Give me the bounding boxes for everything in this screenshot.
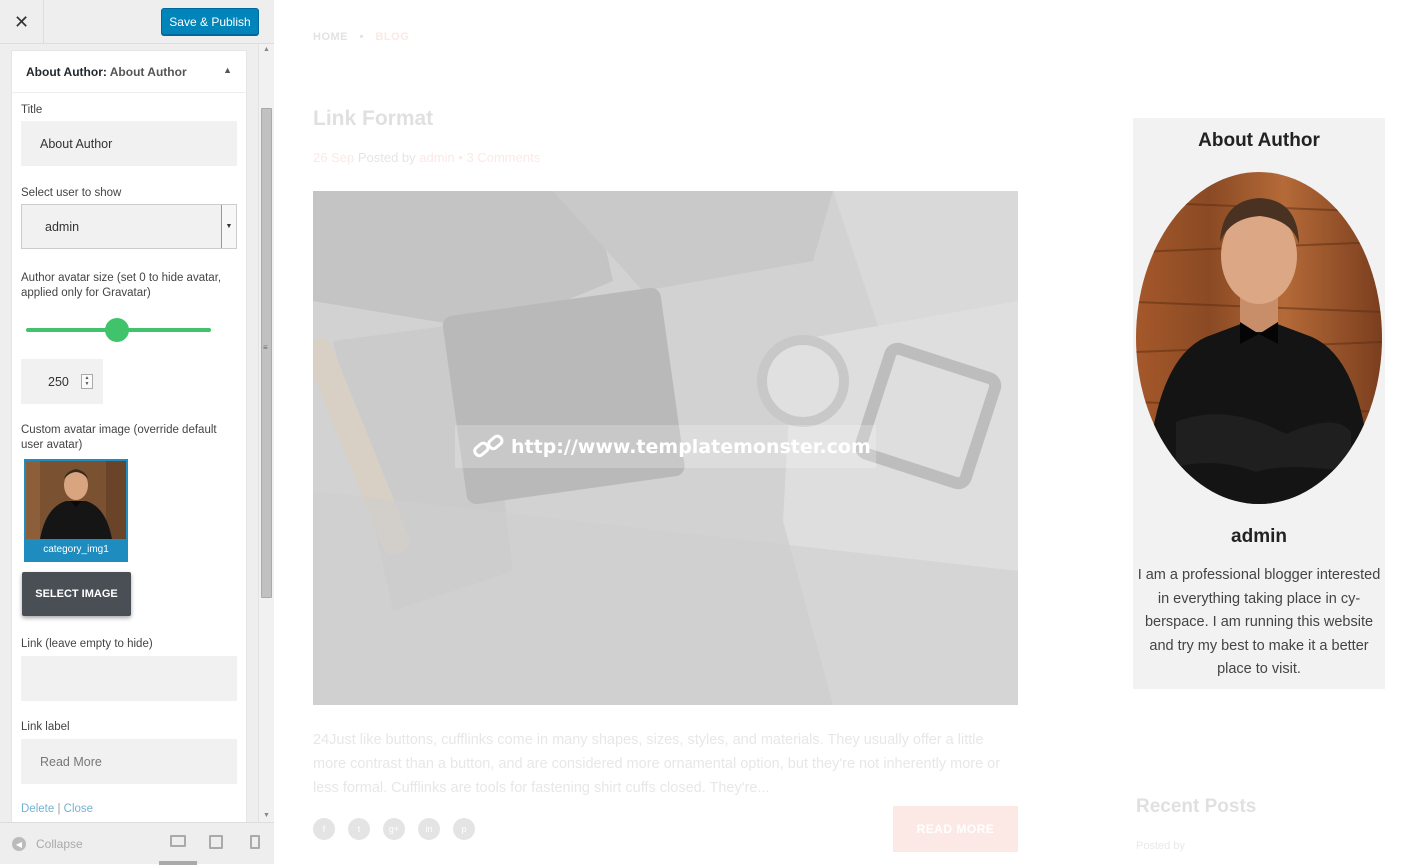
link-label-field-label: Link label xyxy=(21,721,70,733)
about-author-bio: I am a professional blogger interested i… xyxy=(1137,567,1381,678)
about-author-title: About Author xyxy=(1198,130,1320,151)
user-select-label: Select user to show xyxy=(21,187,122,199)
post-meta: 26 Sep Posted by admin • 3 Comments xyxy=(313,150,540,165)
site-preview: HOME • BLOG Link Format 26 Sep Posted by… xyxy=(274,0,1419,864)
post-link-url: http://www.templatemonster.com xyxy=(511,435,871,458)
pinterest-icon[interactable]: p xyxy=(453,818,475,840)
avatar-size-label: Author avatar size (set 0 to hide avatar… xyxy=(21,272,222,299)
post-date[interactable]: 26 Sep xyxy=(313,150,354,165)
share-icons: f t g+ in p xyxy=(313,818,475,840)
twitter-icon[interactable]: t xyxy=(348,818,370,840)
close-link[interactable]: Close xyxy=(64,803,93,815)
select-image-button[interactable]: SELECT IMAGE xyxy=(22,572,131,616)
save-publish-button[interactable]: Save & Publish xyxy=(161,8,259,35)
facebook-icon[interactable]: f xyxy=(313,818,335,840)
customizer-header: ✕ Save & Publish xyxy=(0,0,274,44)
widget-title-prefix: About Author: xyxy=(26,65,107,79)
scrollbar-grip-icon: ≡ xyxy=(263,343,268,352)
scroll-up-icon[interactable]: ▲ xyxy=(259,44,274,56)
scrollbar-thumb[interactable] xyxy=(261,108,272,598)
avatar-file-name: category_img1 xyxy=(43,544,109,555)
title-input[interactable]: About Author xyxy=(21,121,237,166)
customizer-panel: ✕ Save & Publish About Author: About Aut… xyxy=(0,0,274,865)
author-avatar xyxy=(1136,172,1382,504)
collapse-label: Collapse xyxy=(36,837,83,851)
link-label-input[interactable]: Read More xyxy=(21,739,237,784)
breadcrumb-home[interactable]: HOME xyxy=(313,31,348,43)
post-excerpt: 24Just like buttons, cufflinks come in m… xyxy=(313,732,1001,796)
recent-posts-meta: Posted by xyxy=(1136,840,1185,852)
customizer-scrollbar[interactable]: ▲ ≡ ▼ xyxy=(258,44,274,822)
widget-actions: Delete | Close xyxy=(21,803,93,815)
recent-posts-title: Recent Posts xyxy=(1136,796,1257,817)
user-select-value: admin xyxy=(45,219,80,234)
desktop-preview-icon[interactable] xyxy=(170,835,186,847)
customizer-footer: ◀ Collapse xyxy=(0,822,274,865)
dropdown-arrow-icon[interactable]: ▼ xyxy=(221,205,236,248)
meta-separator: • xyxy=(458,150,463,165)
breadcrumb-current: BLOG xyxy=(375,31,410,43)
post-title[interactable]: Link Format xyxy=(313,107,433,131)
link-field-label: Link (leave empty to hide) xyxy=(21,638,153,650)
custom-avatar-thumbnail[interactable]: category_img1 xyxy=(24,459,128,562)
google-plus-icon[interactable]: g+ xyxy=(383,818,405,840)
widget-title: About Author: About Author xyxy=(26,65,187,79)
tablet-preview-icon[interactable] xyxy=(209,835,223,849)
widget-header[interactable]: About Author: About Author ▲ xyxy=(12,51,246,93)
link-input[interactable] xyxy=(21,656,237,701)
breadcrumb-separator: • xyxy=(359,31,364,43)
user-select[interactable]: admin ▼ xyxy=(21,204,237,249)
breadcrumb: HOME • BLOG xyxy=(313,31,409,43)
avatar-thumbnail-image xyxy=(26,461,126,539)
chain-link-icon xyxy=(473,434,504,458)
scroll-down-icon[interactable]: ▼ xyxy=(259,810,274,822)
title-field-label: Title xyxy=(21,104,43,116)
spinner-arrows-icon[interactable]: ▲ ▼ xyxy=(81,374,93,389)
about-author-name: admin xyxy=(1231,526,1287,547)
custom-avatar-label: Custom avatar image (override default us… xyxy=(21,424,217,451)
mobile-preview-icon[interactable] xyxy=(250,835,260,849)
avatar-size-number-input[interactable]: 250 ▲ ▼ xyxy=(21,359,103,404)
collapse-button[interactable]: ◀ Collapse xyxy=(12,837,83,851)
about-author-widget-form: About Author: About Author ▲ Title About… xyxy=(11,50,247,822)
widget-title-name: About Author xyxy=(109,65,187,79)
actions-separator: | xyxy=(57,803,61,815)
collapse-arrow-icon[interactable]: ▲ xyxy=(223,65,232,75)
avatar-size-value: 250 xyxy=(48,374,69,389)
collapse-arrow-left-icon: ◀ xyxy=(12,837,26,851)
post-author[interactable]: admin xyxy=(419,150,454,165)
about-author-widget: About Author admin I am a professional b… xyxy=(1133,118,1385,689)
posted-by-label: Posted by xyxy=(357,150,416,165)
linkedin-icon[interactable]: in xyxy=(418,818,440,840)
customizer-scroll-area: About Author: About Author ▲ Title About… xyxy=(0,44,258,822)
delete-link[interactable]: Delete xyxy=(21,803,54,815)
post-comments[interactable]: 3 Comments xyxy=(467,150,541,165)
read-more-button[interactable]: READ MORE xyxy=(893,806,1018,852)
close-icon[interactable]: ✕ xyxy=(0,0,44,44)
slider-handle[interactable] xyxy=(104,318,129,342)
post-link-badge[interactable]: http://www.templatemonster.com xyxy=(455,425,876,468)
active-device-indicator xyxy=(159,861,197,865)
